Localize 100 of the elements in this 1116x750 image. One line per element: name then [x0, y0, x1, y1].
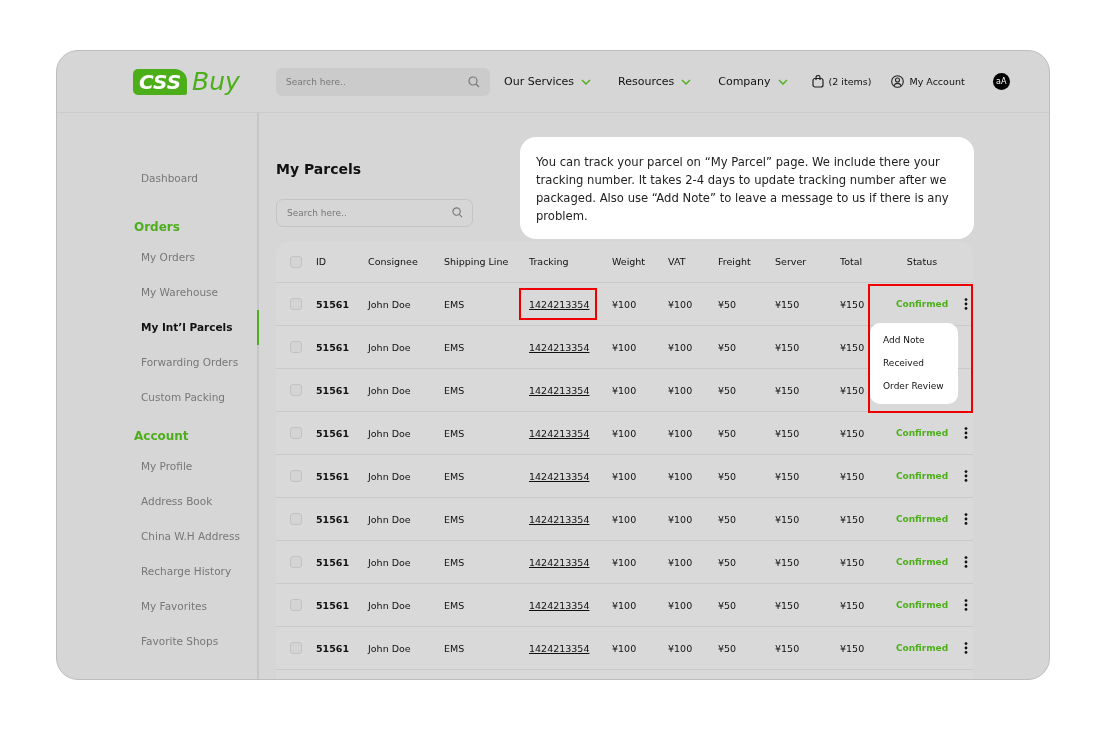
table-cell-text: 51561: [316, 341, 351, 353]
table-cell-text: ¥150: [775, 599, 801, 611]
search-icon: [468, 75, 480, 88]
language-button[interactable]: aA: [992, 73, 1010, 90]
status-label: Confirmed: [894, 299, 950, 309]
tracking-link[interactable]: 1424213354: [529, 642, 590, 654]
table-cell-text: John Doe: [368, 470, 412, 482]
table-cell-text: ¥100: [612, 470, 638, 482]
tooltip: You can track your parcel on “My Parcel” page. We include there your tracking number. It takes 2-4 days to update tracking number after we packaged. Also use “Add Note” to leave a message to us if there is any problem.: [520, 137, 974, 239]
nav-menu[interactable]: Company: [718, 75, 788, 88]
table-cell-text: ¥50: [718, 513, 738, 525]
nav-menu[interactable]: Resources: [618, 75, 692, 88]
column-header: Tracking: [529, 256, 570, 267]
table-cell-text: 51561: [316, 556, 351, 568]
more-icon[interactable]: [964, 427, 968, 439]
table-cell-text: John Doe: [368, 427, 412, 439]
column-header: Freight: [718, 256, 752, 267]
table-cell-text: ¥100: [668, 341, 694, 353]
tracking-link[interactable]: 1424213354: [529, 341, 590, 353]
table-cell-text: John Doe: [368, 298, 412, 310]
search-field[interactable]: Search here..: [276, 67, 490, 96]
status-label: Confirmed: [894, 514, 950, 524]
page-title: My Parcels: [276, 160, 362, 179]
table-cell-text: 51561: [316, 470, 351, 482]
table-cell-text: EMS: [444, 513, 466, 525]
table-cell-text: 51561: [316, 427, 351, 439]
table-cell-text: John Doe: [368, 599, 412, 611]
table-cell-text: ¥100: [668, 642, 694, 654]
table-cell-text: ¥100: [612, 513, 638, 525]
column-header: Status: [905, 256, 939, 267]
tracking-link[interactable]: 1424213354: [529, 470, 590, 482]
user-icon: [891, 75, 905, 88]
nav-menu[interactable]: Our Services: [504, 75, 592, 88]
table-cell-text: ¥100: [612, 341, 638, 353]
table-cell-text: ¥100: [612, 642, 638, 654]
more-icon[interactable]: [964, 556, 968, 568]
cart-link[interactable]: (2 items): [811, 75, 872, 88]
more-icon[interactable]: [964, 470, 968, 482]
table-cell-text: ¥100: [668, 599, 694, 611]
menu-item[interactable]: Order Review: [870, 375, 958, 398]
column-header: Consignee: [368, 256, 419, 267]
table-cell-text: ¥150: [775, 341, 801, 353]
table-cell-text: ¥100: [668, 470, 694, 482]
account-link[interactable]: My Account: [891, 75, 965, 88]
table-cell-text: EMS: [444, 556, 466, 568]
more-icon[interactable]: [964, 642, 968, 654]
table-cell-text: ¥150: [840, 556, 866, 568]
table-cell-text: ¥50: [718, 341, 738, 353]
table-cell-text: ¥100: [668, 427, 694, 439]
menu-item[interactable]: Received: [870, 352, 958, 375]
status-label: Confirmed: [894, 428, 950, 438]
table-cell-text: ¥150: [775, 513, 801, 525]
more-icon[interactable]: [964, 298, 968, 310]
sidebar-item[interactable]: My Int’l Parcels: [57, 310, 259, 345]
menu-item[interactable]: Add Note: [870, 329, 958, 352]
table-cell-text: John Doe: [368, 642, 412, 654]
column-header: VAT: [668, 256, 687, 267]
table-cell-text: ¥150: [840, 298, 866, 310]
table-cell-text: ¥100: [668, 556, 694, 568]
status-label: Confirmed: [894, 557, 950, 567]
column-header: ID: [316, 256, 328, 267]
table-cell-text: ¥50: [718, 556, 738, 568]
tracking-link[interactable]: 1424213354: [529, 427, 590, 439]
table-cell-text: ¥50: [718, 599, 738, 611]
table-cell-text: 51561: [316, 384, 351, 396]
table-cell-text: 51561: [316, 513, 351, 525]
tracking-link[interactable]: 1424213354: [529, 556, 590, 568]
more-icon[interactable]: [964, 513, 968, 525]
table-cell-text: EMS: [444, 599, 466, 611]
table-cell-text: John Doe: [368, 341, 412, 353]
tracking-link[interactable]: 1424213354: [529, 599, 590, 611]
bag-icon: [811, 75, 824, 88]
table-cell-text: EMS: [444, 427, 466, 439]
table-cell-text: ¥100: [668, 298, 694, 310]
more-icon[interactable]: [964, 599, 968, 611]
table-cell-text: ¥100: [668, 513, 694, 525]
sidebar-heading: Orders: [133, 219, 181, 236]
table-cell-text: ¥150: [775, 298, 801, 310]
table-cell-text: ¥50: [718, 470, 738, 482]
table-cell-text: ¥50: [718, 427, 738, 439]
table-cell-text: ¥50: [718, 384, 738, 396]
tracking-link[interactable]: 1424213354: [529, 513, 590, 525]
table-cell-text: ¥150: [775, 384, 801, 396]
column-header: Shipping Line: [444, 256, 510, 267]
table-cell-text: ¥150: [775, 470, 801, 482]
table-cell-text: EMS: [444, 470, 466, 482]
tracking-link[interactable]: 1424213354: [529, 298, 590, 310]
table-cell-text: ¥50: [718, 298, 738, 310]
chevron-down-icon: [777, 78, 788, 85]
search-field[interactable]: Search here..: [276, 199, 473, 227]
search-icon: [452, 207, 463, 218]
table-cell-text: EMS: [444, 341, 466, 353]
table-cell-text: ¥150: [840, 341, 866, 353]
status-label: Confirmed: [894, 471, 950, 481]
table-cell-text: EMS: [444, 642, 466, 654]
table-cell-text: John Doe: [368, 384, 412, 396]
table-cell-text: ¥100: [612, 599, 638, 611]
column-header: Weight: [612, 256, 647, 267]
tracking-link[interactable]: 1424213354: [529, 384, 590, 396]
chevron-down-icon: [581, 78, 592, 85]
